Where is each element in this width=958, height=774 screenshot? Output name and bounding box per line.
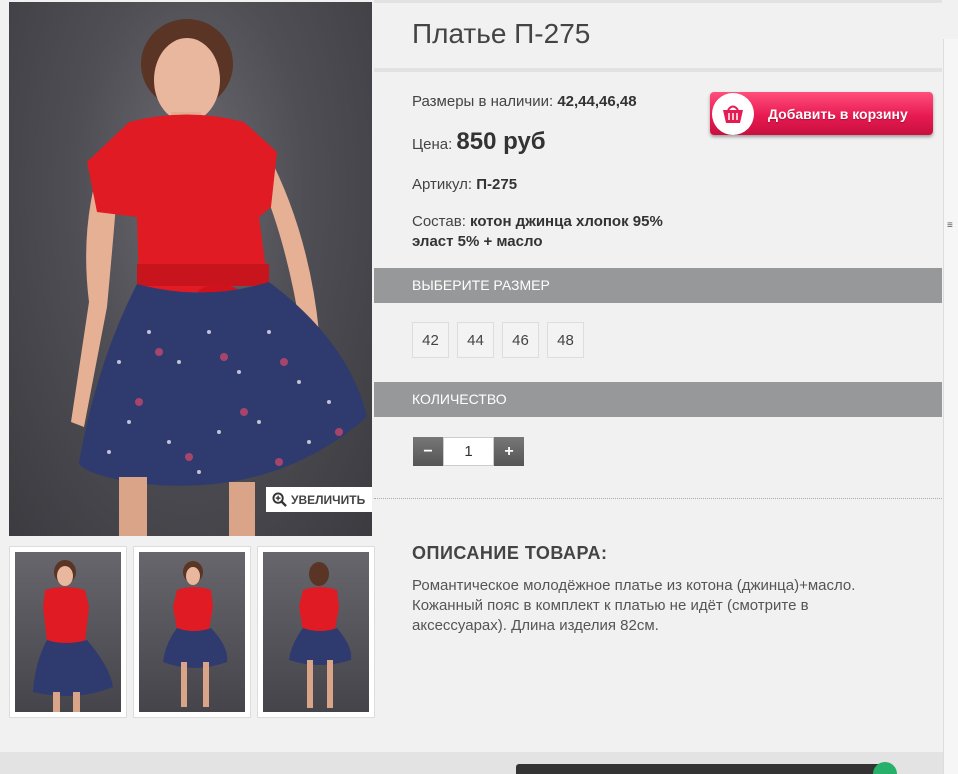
section-divider (374, 498, 942, 499)
quantity-increase-button[interactable]: + (494, 437, 524, 466)
add-to-cart-label: Добавить в корзину (768, 105, 908, 122)
price: Цена: 850 руб (412, 128, 546, 156)
quantity-decrease-button[interactable]: − (413, 437, 443, 466)
zoom-button-label: УВЕЛИЧИТЬ (291, 492, 366, 507)
description-title: ОПИСАНИЕ ТОВАРА: (412, 543, 608, 563)
composition-value-line1: котон джинца хлопок 95% (470, 213, 663, 230)
size-option-42[interactable]: 42 (412, 322, 449, 358)
price-label: Цена: (412, 136, 453, 153)
vertical-scrollbar[interactable]: ≡ (943, 39, 958, 774)
main-product-photo[interactable]: УВЕЛИЧИТЬ (9, 2, 372, 536)
composition-value-line2: эласт 5% + масло (412, 233, 543, 250)
price-value: 850 руб (456, 128, 546, 155)
description-line-3: аксессуарах). Длина изделия 82см. (412, 617, 659, 634)
zoom-in-icon (272, 492, 287, 507)
size-option-44[interactable]: 44 (457, 322, 494, 358)
quantity-section-header: КОЛИЧЕСТВО (374, 382, 942, 417)
composition-label: Состав: (412, 213, 466, 230)
description-line-1: Романтическое молодёжное платье из котон… (412, 577, 856, 594)
description-text: Романтическое молодёжное платье из котон… (412, 576, 912, 636)
sku-value: П-275 (476, 176, 518, 193)
size-option-48[interactable]: 48 (547, 322, 584, 358)
zoom-button[interactable]: УВЕЛИЧИТЬ (266, 487, 372, 512)
size-option-46[interactable]: 46 (502, 322, 539, 358)
sizes-value: 42,44,46,48 (557, 93, 637, 110)
sku: Артикул: П-275 (412, 176, 517, 193)
thumbnail-back[interactable] (257, 546, 375, 718)
thumbnail-side[interactable] (133, 546, 251, 718)
description-line-2: Кожанный пояс в комплект к платью не идё… (412, 597, 809, 614)
product-title: Платье П-275 (412, 18, 591, 49)
product-info-panel: Платье П-275 Размеры в наличии: 42,44,46… (374, 0, 942, 752)
add-to-cart-button[interactable]: Добавить в корзину (710, 92, 933, 135)
basket-icon (712, 92, 754, 135)
size-section-header: ВЫБЕРИТЕ РАЗМЕР (374, 268, 942, 303)
footer-bar (516, 764, 884, 774)
composition: Состав: котон джинца хлопок 95% эласт 5%… (412, 212, 663, 252)
sizes-available: Размеры в наличии: 42,44,46,48 (412, 93, 637, 110)
sku-label: Артикул: (412, 176, 473, 193)
thumbnail-front[interactable] (9, 546, 127, 718)
title-area: Платье П-275 (374, 0, 942, 72)
scroll-grip-icon[interactable]: ≡ (947, 221, 955, 231)
sizes-label: Размеры в наличии: (412, 93, 554, 110)
quantity-input[interactable] (443, 437, 494, 466)
